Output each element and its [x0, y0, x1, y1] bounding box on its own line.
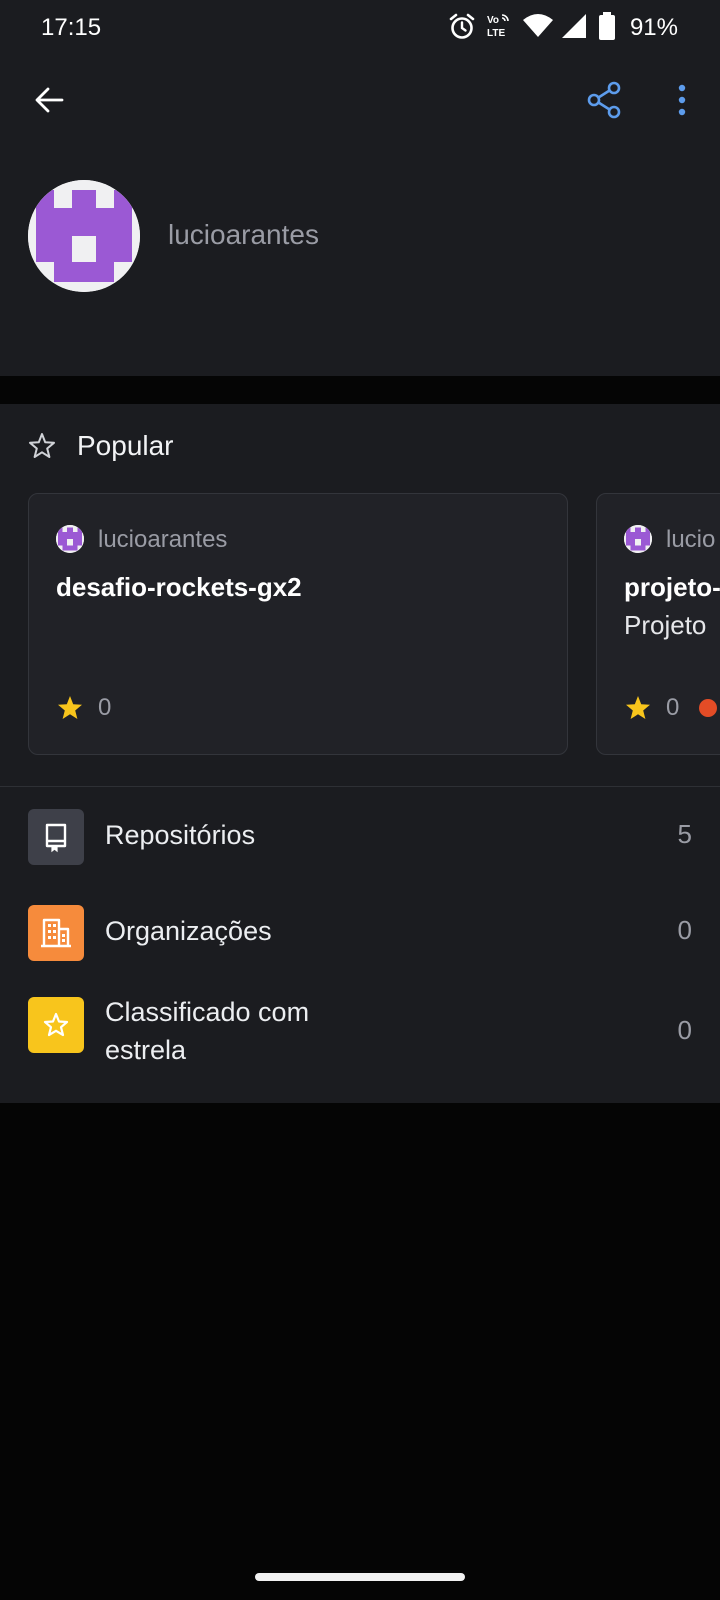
avatar[interactable]	[28, 180, 140, 292]
list-item-count: 5	[677, 819, 692, 849]
repo-card[interactable]: lucio projeto- Projeto 0	[596, 493, 720, 755]
share-icon	[587, 81, 621, 119]
more-vert-icon	[678, 84, 686, 116]
owner-avatar	[624, 525, 652, 553]
owner-avatar	[56, 525, 84, 553]
owner-identicon	[56, 525, 84, 553]
svg-text:LTE: LTE	[487, 28, 505, 39]
volte-icon: Vo LTE	[487, 14, 509, 39]
star-icon	[43, 1012, 69, 1037]
language-color-dot	[699, 699, 717, 717]
list-item-starred[interactable]: Classificado com estrela 0	[0, 979, 720, 1103]
wifi-icon	[523, 14, 553, 37]
back-arrow-icon	[35, 87, 64, 113]
list-item-label: Classificado com estrela	[105, 997, 310, 1065]
card-star-count: 0	[666, 694, 680, 721]
status-bar: 17:15 Vo LTE 91%	[0, 0, 720, 56]
star-filled-icon	[58, 696, 82, 719]
list-item-count: 0	[677, 1015, 692, 1045]
share-button[interactable]	[583, 78, 627, 122]
list-item-repositories[interactable]: Repositórios 5	[0, 787, 720, 883]
popular-carousel[interactable]: lucioarantes desafio-rockets-gx2 0 lucio…	[0, 493, 720, 755]
repo-card[interactable]: lucioarantes desafio-rockets-gx2 0	[28, 493, 568, 755]
status-time: 17:15	[41, 14, 102, 41]
more-options-button[interactable]	[660, 78, 704, 122]
card-star-count: 0	[98, 694, 112, 721]
home-indicator[interactable]	[255, 1573, 465, 1581]
profile-header: lucioarantes	[0, 146, 720, 376]
organization-icon-tile	[28, 905, 84, 961]
battery-percentage: 91%	[629, 14, 678, 41]
popular-section: Popular lucioarantes desafio-rockets-gx2	[0, 404, 720, 786]
card-owner: lucio	[666, 526, 716, 553]
svg-text:Vo: Vo	[487, 15, 499, 26]
organization-icon	[41, 918, 71, 948]
card-repo-name: projeto-	[624, 572, 720, 602]
starred-icon-tile	[28, 997, 84, 1053]
owner-identicon	[624, 525, 652, 553]
identicon	[28, 180, 140, 292]
list-item-label: Repositórios	[105, 820, 256, 850]
star-filled-icon	[626, 696, 650, 719]
card-description: Projeto	[624, 610, 707, 640]
back-button[interactable]	[28, 78, 72, 122]
repo-icon-tile	[28, 809, 84, 865]
app-bar	[0, 56, 720, 146]
card-repo-name: desafio-rockets-gx2	[56, 572, 302, 602]
popular-title: Popular	[77, 430, 174, 461]
cell-signal-icon	[562, 14, 586, 38]
alarm-icon	[449, 13, 475, 39]
profile-username: lucioarantes	[168, 219, 319, 250]
list-item-organizations[interactable]: Organizações 0	[0, 883, 720, 979]
repo-icon	[45, 823, 67, 853]
profile-stats-list: Repositórios 5 Organizações 0 Classifica…	[0, 787, 720, 1103]
card-owner: lucioarantes	[98, 526, 228, 553]
list-item-count: 0	[677, 915, 692, 945]
battery-icon	[599, 12, 615, 40]
status-icons: Vo LTE 91%	[440, 12, 720, 44]
list-item-label: Organizações	[105, 916, 272, 946]
star-outline-icon	[29, 433, 55, 458]
